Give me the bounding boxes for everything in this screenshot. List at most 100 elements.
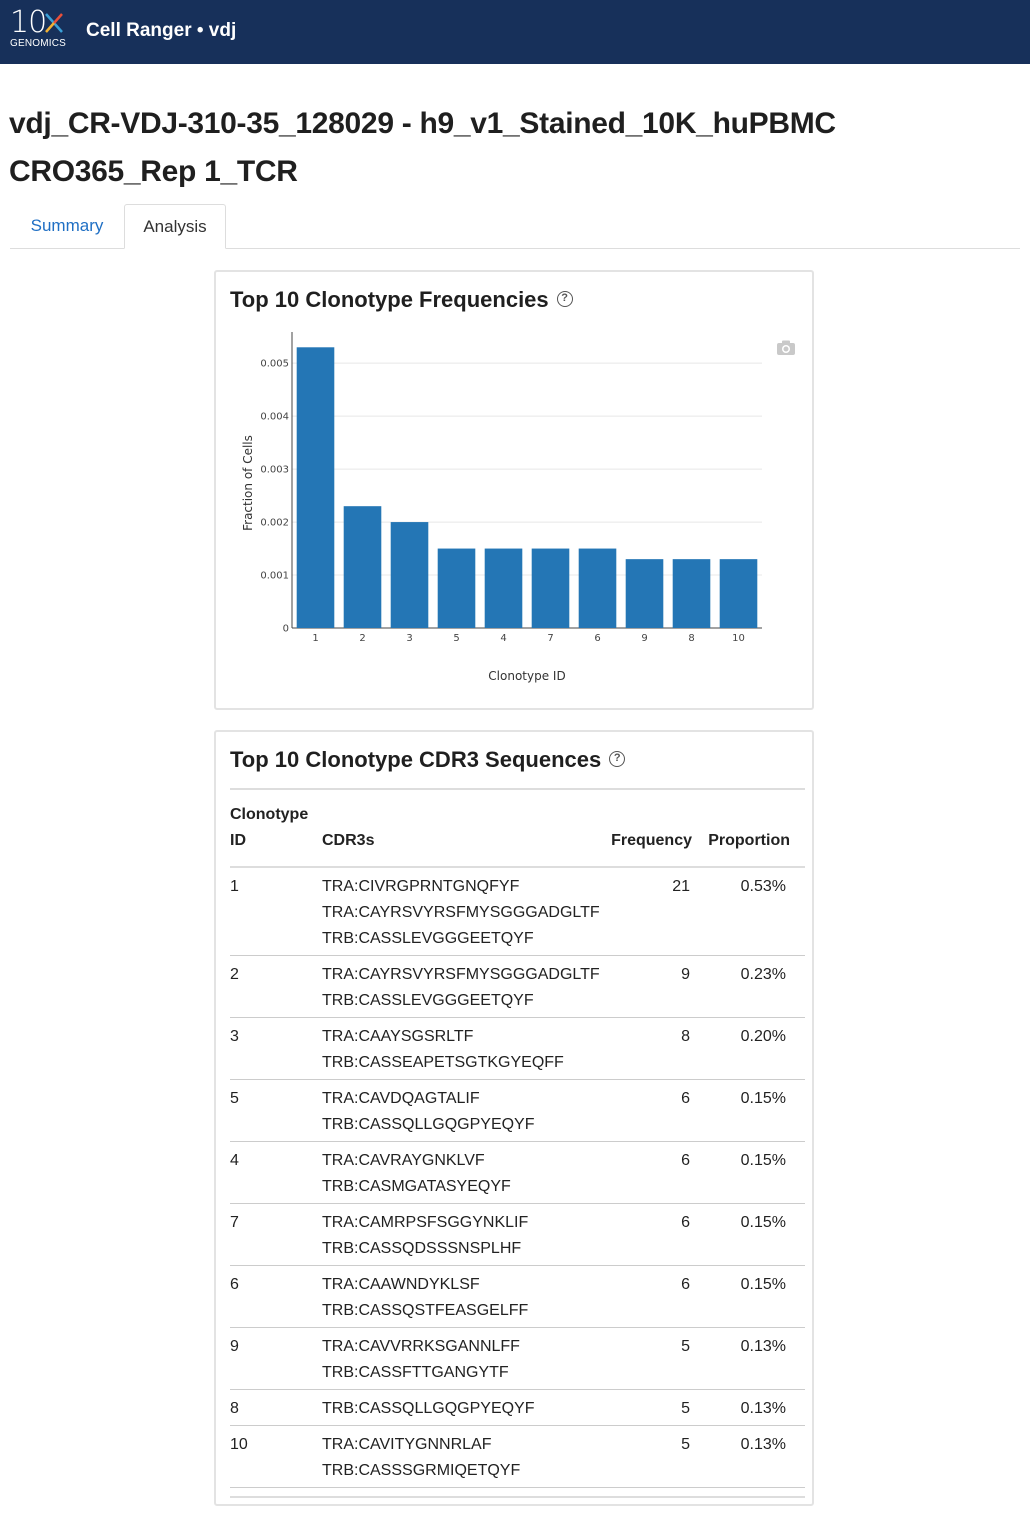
cell-frequency: 5: [681, 1400, 690, 1417]
cdr3-sequence: TRB:CASSQDSSSNSPLHF: [322, 1240, 522, 1257]
column-header-proportion[interactable]: Proportion: [700, 828, 790, 854]
bar-clonotype-7[interactable]: [531, 548, 570, 628]
x-tick-label: 9: [641, 633, 647, 644]
top-navbar: 10 GENOMICS Cell Ranger • vdj: [0, 0, 1030, 64]
x-tick-label: 1: [312, 633, 318, 644]
bar-clonotype-5[interactable]: [437, 548, 476, 628]
cdr3-sequence: TRB:CASSFTTGANGYTF: [322, 1364, 509, 1381]
cell-clonotype-id: 9: [230, 1338, 239, 1355]
cdr3-sequence: TRB:CASSQLLGQGPYEQYF: [322, 1116, 535, 1133]
cell-clonotype-id: 10: [230, 1436, 248, 1453]
cell-cdr3s: TRA:CIVRGPRNTGNQFYF TRA:CAYRSVYRSFMYSGGGA…: [322, 874, 600, 952]
tab-summary[interactable]: Summary: [10, 204, 124, 249]
cdr3-sequence: TRA:CAAYSGSRLTF: [322, 1028, 474, 1045]
cdr3-sequence: TRB:CASSSGRMIQETQYF: [322, 1462, 521, 1479]
bar-clonotype-10[interactable]: [719, 559, 758, 628]
bar-clonotype-4[interactable]: [484, 548, 523, 628]
bar-clonotype-3[interactable]: [390, 522, 429, 628]
cdr3-sequence: TRA:CAVITYGNNRLAF: [322, 1436, 492, 1453]
table-row: 1 TRA:CIVRGPRNTGNQFYF TRA:CAYRSVYRSFMYSGGG…: [230, 868, 805, 956]
bar-clonotype-1[interactable]: [296, 347, 335, 628]
cell-cdr3s: TRA:CAVVRRKSGANNLFF TRB:CASSFTTGANGYTF: [322, 1334, 520, 1386]
cell-frequency: 8: [681, 1028, 690, 1045]
cell-clonotype-id: 2: [230, 966, 239, 983]
cell-clonotype-id: 8: [230, 1400, 239, 1417]
cell-cdr3s: TRA:CAMRPSFSGGYNKLIF TRB:CASSQDSSSNSPLHF: [322, 1210, 528, 1262]
page-title-line-2: CRO365_Rep 1_TCR: [9, 155, 298, 188]
x-tick-label: 2: [359, 633, 365, 644]
column-header-cdr3s[interactable]: CDR3s: [322, 828, 374, 854]
cell-cdr3s: TRA:CAYRSVYRSFMYSGGGADGLTF TRB:CASSLEVGGG…: [322, 962, 600, 1014]
bar-clonotype-9[interactable]: [625, 559, 664, 628]
table-row: 10 TRA:CAVITYGNNRLAF TRB:CASSSGRMIQETQYF 5 0…: [230, 1426, 805, 1488]
cell-cdr3s: TRB:CASSQLLGQGPYEQYF: [322, 1396, 535, 1422]
bar-clonotype-8[interactable]: [672, 559, 711, 628]
cell-frequency: 6: [681, 1214, 690, 1231]
column-header-frequency[interactable]: Frequency: [600, 828, 692, 854]
cell-clonotype-id: 7: [230, 1214, 239, 1231]
table-top-divider: [230, 788, 805, 790]
cell-cdr3s: TRA:CAVDQAGTALIF TRB:CASSQLLGQGPYEQYF: [322, 1086, 535, 1138]
cell-proportion: 0.23%: [740, 966, 786, 983]
y-tick-label: 0: [283, 624, 289, 635]
table-row: 4 TRA:CAVRAYGNKLVF TRB:CASMGATASYEQYF 6 0.15…: [230, 1142, 805, 1204]
x-tick-label: 3: [406, 633, 412, 644]
y-tick-label: 0.003: [260, 465, 289, 476]
cdr3-sequence: TRA:CAAWNDYKLSF: [322, 1276, 480, 1293]
cdr3-sequence: TRB:CASSQLLGQGPYEQYF: [322, 1400, 535, 1417]
cell-frequency: 21: [672, 878, 690, 895]
y-tick-label: 0.002: [260, 518, 289, 529]
column-header-clonotype-line-1: Clonotype: [230, 806, 309, 823]
clonotype-frequencies-card: Top 10 Clonotype Frequencies? 0 0.001 0.00…: [214, 270, 814, 710]
cdr3-sequence: TRA:CAMRPSFSGGYNKLIF: [322, 1214, 529, 1231]
table-row: 5 TRA:CAVDQAGTALIF TRB:CASSQLLGQGPYEQYF 6 0.…: [230, 1080, 805, 1142]
cell-frequency: 5: [681, 1338, 690, 1355]
cell-cdr3s: TRA:CAVITYGNNRLAF TRB:CASSSGRMIQETQYF: [322, 1432, 520, 1484]
table-row: 2 TRA:CAYRSVYRSFMYSGGGADGLTF TRB:CASSLEVGG…: [230, 956, 805, 1018]
cell-proportion: 0.15%: [740, 1214, 786, 1231]
page-title: vdj_CR-VDJ-310-35_128029 - h9_v1_Stained…: [9, 100, 1009, 196]
cell-clonotype-id: 6: [230, 1276, 239, 1293]
logo-subtitle: GENOMICS: [10, 38, 67, 49]
cell-proportion: 0.15%: [740, 1152, 786, 1169]
cell-proportion: 0.20%: [740, 1028, 786, 1045]
cell-cdr3s: TRA:CAAWNDYKLSF TRB:CASSQSTFEASGELFF: [322, 1272, 528, 1324]
cell-frequency: 6: [681, 1152, 690, 1169]
table-bottom-divider: [230, 1496, 805, 1498]
column-header-clonotype-id[interactable]: Clonotype ID: [230, 802, 308, 854]
x-tick-label: 4: [500, 633, 506, 644]
cell-proportion: 0.15%: [740, 1090, 786, 1107]
page-title-line-1: vdj_CR-VDJ-310-35_128029 - h9_v1_Stained…: [9, 107, 836, 140]
logo-x-icon: [45, 13, 63, 33]
cdr3-sequence: TRB:CASMGATASYEQYF: [322, 1178, 511, 1195]
logo-wordmark: 10: [10, 5, 47, 40]
cdr3-sequence: TRB:CASSLEVGGGEETQYF: [322, 992, 534, 1009]
app-title: Cell Ranger • vdj: [86, 20, 237, 41]
cell-proportion: 0.53%: [740, 878, 786, 895]
table-row: 8 TRB:CASSQLLGQGPYEQYF 5 0.13%: [230, 1390, 805, 1426]
cell-clonotype-id: 5: [230, 1090, 239, 1107]
cdr3-sequence: TRA:CIVRGPRNTGNQFYF: [322, 878, 520, 895]
cdr3-sequence: TRA:CAYRSVYRSFMYSGGGADGLTF: [322, 966, 600, 983]
x-tick-label: 10: [732, 633, 745, 644]
x-tick-label: 7: [547, 633, 553, 644]
bar-clonotype-2[interactable]: [343, 506, 382, 628]
table-row: 3 TRA:CAAYSGSRLTF TRB:CASSEAPETSGTKGYEQFF 8…: [230, 1018, 805, 1080]
table-card-title-text: Top 10 Clonotype CDR3 Sequences: [230, 747, 602, 772]
x-axis-title: Clonotype ID: [488, 669, 565, 683]
tab-analysis[interactable]: Analysis: [124, 204, 226, 249]
cell-proportion: 0.13%: [740, 1400, 786, 1417]
table-row: 7 TRA:CAMRPSFSGGYNKLIF TRB:CASSQDSSSNSPLHF…: [230, 1204, 805, 1266]
cell-frequency: 6: [681, 1276, 690, 1293]
cdr3-sequence: TRA:CAVVRRKSGANNLFF: [322, 1338, 520, 1355]
bar-clonotype-6[interactable]: [578, 548, 617, 628]
cell-clonotype-id: 1: [230, 878, 239, 895]
x-tick-label: 5: [453, 633, 459, 644]
cdr3-sequence: TRA:CAVDQAGTALIF: [322, 1090, 480, 1107]
x-tick-label: 8: [688, 633, 694, 644]
10x-genomics-logo[interactable]: 10 GENOMICS: [10, 5, 70, 52]
question-circle-icon[interactable]: ?: [609, 751, 626, 768]
table-row: 9 TRA:CAVVRRKSGANNLFF TRB:CASSFTTGANGYTF 5 0…: [230, 1328, 805, 1390]
bar-chart: 0 0.001 0.002 0.003 0.004 0.005 1 2 3 5 4 7 6 9 8 10 Clo…: [241, 332, 762, 683]
cell-clonotype-id: 3: [230, 1028, 239, 1045]
